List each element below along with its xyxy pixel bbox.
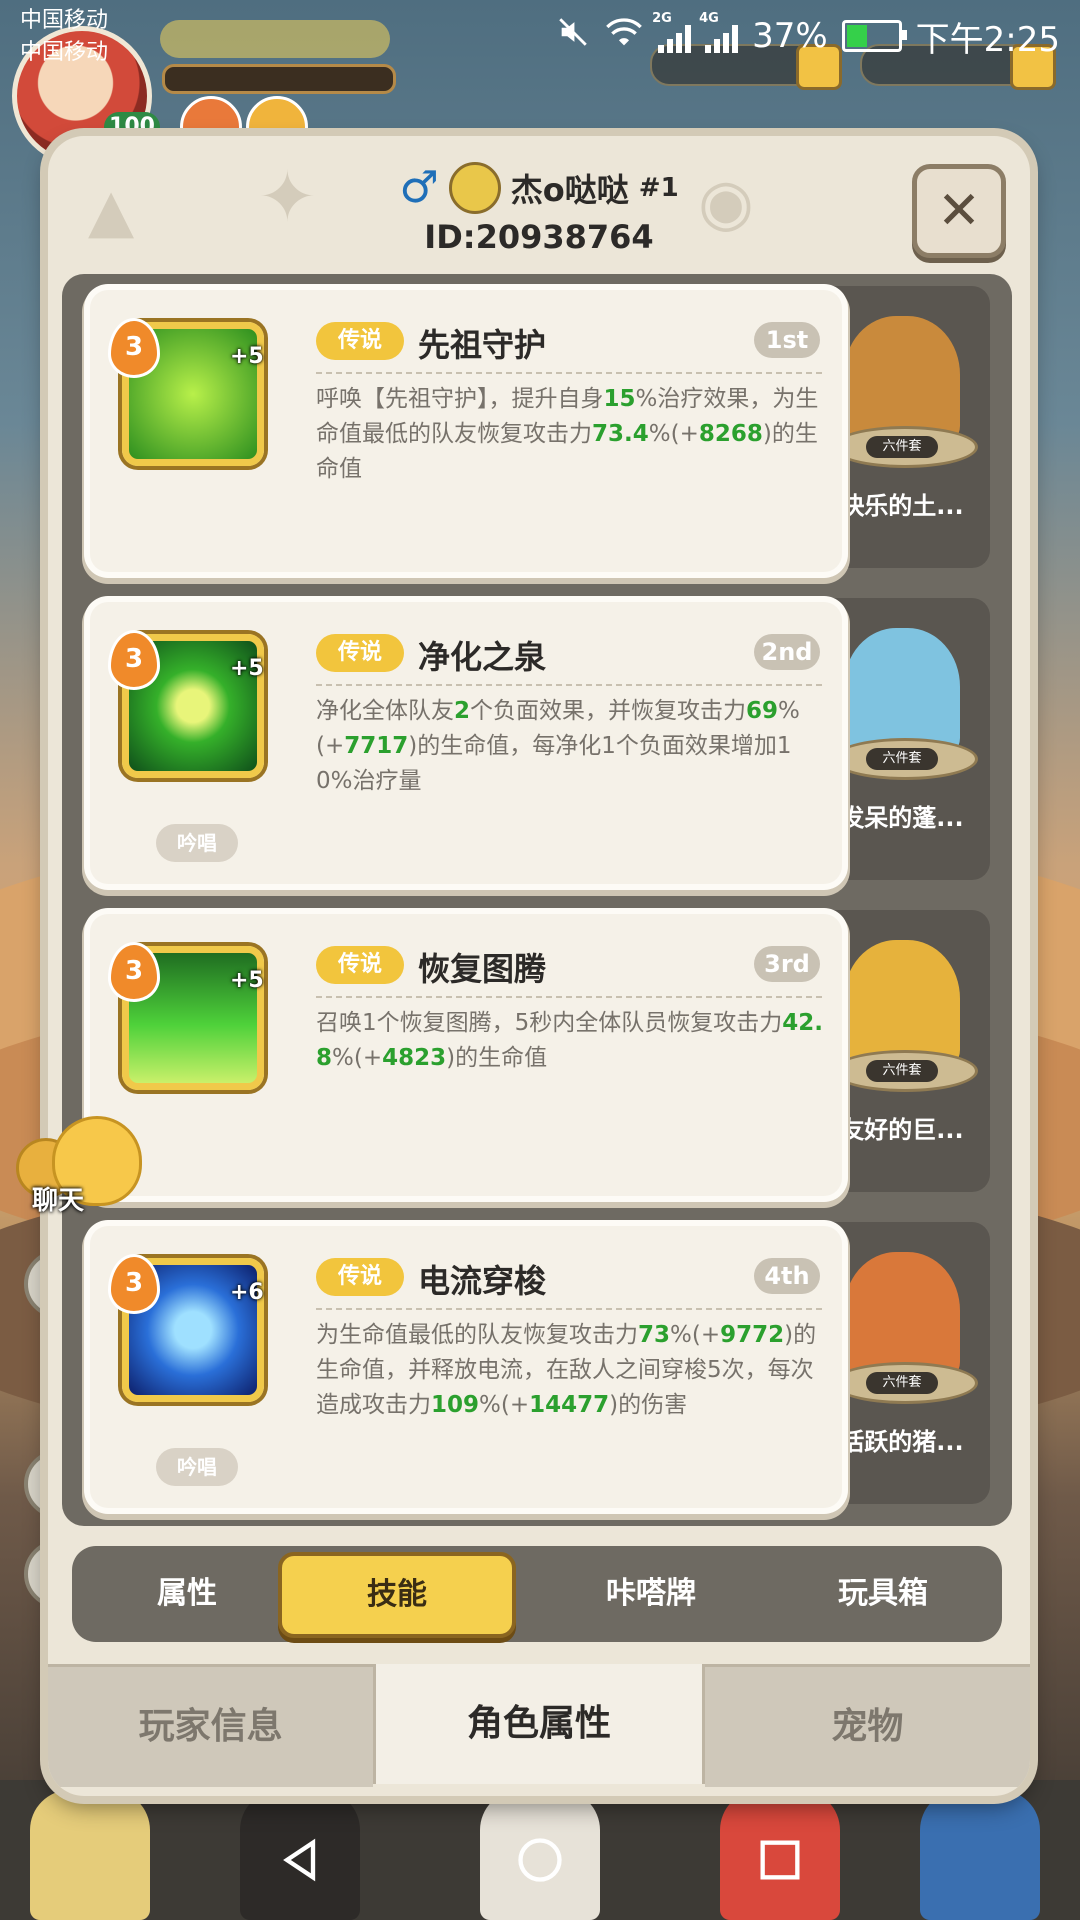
description-text: )的生命值 [446, 1045, 548, 1071]
skill-plus-badge: +5 [230, 968, 264, 993]
player-info-dialog: ▲ ✦ ◉ ♂ 杰o哒哒 #1 ID:20938764 ✕ 六件套 快乐的土..… [48, 136, 1030, 1796]
description-text: 为生命值最低的队友恢复攻击力 [316, 1322, 638, 1348]
skill-name: 先祖守护 [418, 326, 547, 364]
tab-player-info[interactable]: 玩家信息 [48, 1664, 374, 1787]
skill-rank: 3rd [754, 946, 820, 982]
highlight-value: 69 [746, 698, 779, 724]
highlight-value: 109 [431, 1392, 480, 1418]
status-bar: 中国移动 中国移动 2G 4G 37% 下午2:25 [0, 0, 1080, 72]
skill-description: 为生命值最低的队友恢复攻击力73%(+9772)的生命值，并释放电流，在敌人之间… [316, 1318, 826, 1423]
highlight-value: 73.4 [592, 421, 649, 447]
carrier-label: 中国移动 [20, 40, 109, 65]
highlight-value: 73 [638, 1322, 671, 1348]
divider [316, 996, 822, 998]
mute-icon [556, 15, 590, 58]
male-icon: ♂ [399, 162, 439, 213]
back-button[interactable] [264, 1824, 336, 1896]
signal-icon: 4G [699, 11, 739, 53]
pet-set-tag: 六件套 [866, 436, 938, 458]
close-icon: ✕ [937, 181, 981, 241]
skill-rank: 2nd [754, 634, 820, 670]
highlight-value: 14477 [529, 1392, 610, 1418]
skill-card[interactable]: 3 +5 传说 恢复图腾 3rd 召唤1个恢复图腾，5秒内全体队员恢复攻击力42… [90, 914, 842, 1196]
skill-rank: 4th [754, 1258, 820, 1294]
description-text: %(+ [670, 1322, 721, 1348]
legend-tag: 传说 [316, 1258, 404, 1296]
player-rank: #1 [638, 173, 679, 203]
player-name: 杰o哒哒 [510, 171, 629, 209]
highlight-value: 7717 [344, 733, 409, 759]
carrier-label: 中国移动 [20, 8, 109, 33]
pet-set-tag: 六件套 [866, 748, 938, 770]
description-text: 个负面效果，并恢复攻击力 [470, 698, 747, 724]
highlight-value: 2 [454, 698, 471, 724]
battery-percent: 37% [752, 16, 828, 56]
clock: 下午2:25 [915, 19, 1060, 60]
chant-badge: 吟唱 [156, 1448, 238, 1486]
close-button[interactable]: ✕ [912, 164, 1006, 258]
recents-button[interactable] [744, 1824, 816, 1896]
divider [316, 1308, 822, 1310]
skill-name: 电流穿梭 [418, 1262, 547, 1300]
description-text: %(+ [332, 1045, 383, 1071]
skill-card[interactable]: 3 +5 传说 净化之泉 2nd 净化全体队友2个负面效果，并恢复攻击力69%(… [90, 602, 842, 884]
description-text: 呼唤【先祖守护】，提升自身 [316, 386, 604, 412]
main-tab-bar: 玩家信息 角色属性 宠物 [48, 1664, 1030, 1796]
tab-toybox[interactable]: 玩具箱 [768, 1546, 998, 1642]
back-icon [283, 1838, 316, 1882]
description-text: %(+ [648, 421, 699, 447]
skill-card[interactable]: 3 +5 传说 先祖守护 1st 呼唤【先祖守护】，提升自身15%治疗效果，为生… [90, 290, 842, 572]
skill-rank: 1st [754, 322, 820, 358]
skill-description: 净化全体队友2个负面效果，并恢复攻击力69%(+7717)的生命值，每净化1个负… [316, 694, 826, 799]
description-text: 召唤1个恢复图腾，5秒内全体队员恢复攻击力 [316, 1010, 783, 1036]
tab-attributes[interactable]: 属性 [72, 1546, 302, 1642]
player-head-icon [448, 162, 501, 214]
recents-icon [760, 1840, 800, 1880]
tab-skills[interactable]: 技能 [278, 1552, 516, 1638]
tab-cards[interactable]: 咔嗒牌 [536, 1546, 766, 1642]
legend-tag: 传说 [316, 322, 404, 360]
skill-list[interactable]: 六件套 快乐的土... 3 +5 传说 先祖守护 1st 呼唤【先祖守护】，提升… [62, 274, 1012, 1526]
tab-pets[interactable]: 宠物 [704, 1664, 1030, 1787]
legend-tag: 传说 [316, 634, 404, 672]
tab-character-attributes[interactable]: 角色属性 [373, 1664, 705, 1784]
skill-plus-badge: +5 [230, 344, 264, 369]
chant-badge: 吟唱 [156, 824, 238, 862]
legend-tag: 传说 [316, 946, 404, 984]
pet-set-tag: 六件套 [866, 1372, 938, 1394]
highlight-value: 4823 [382, 1045, 447, 1071]
battery-icon [841, 20, 907, 52]
skill-name: 净化之泉 [418, 638, 547, 676]
highlight-value: 8268 [698, 421, 763, 447]
highlight-value: 9772 [720, 1322, 785, 1348]
chat-label: 聊天 [32, 1186, 85, 1216]
signal-icon: 2G [652, 11, 692, 53]
highlight-value: 15 [603, 386, 636, 412]
divider [316, 372, 822, 374]
skill-description: 呼唤【先祖守护】，提升自身15%治疗效果，为生命值最低的队友恢复攻击力73.4%… [316, 382, 826, 487]
home-button[interactable] [504, 1824, 576, 1896]
wifi-icon [604, 15, 644, 58]
skill-plus-badge: +6 [230, 1280, 264, 1305]
sub-tab-bar: 属性 技能 咔嗒牌 玩具箱 [72, 1546, 1002, 1642]
description-text: )的伤害 [609, 1392, 688, 1418]
player-title: ♂ 杰o哒哒 #1 [48, 162, 1030, 218]
skill-card[interactable]: 3 +6 传说 电流穿梭 4th 为生命值最低的队友恢复攻击力73%(+9772… [90, 1226, 842, 1508]
pet-set-tag: 六件套 [866, 1060, 938, 1082]
description-text: 净化全体队友 [316, 698, 454, 724]
divider [316, 684, 822, 686]
chat-button[interactable]: 聊天 [14, 1116, 142, 1216]
navigation-bar [0, 1800, 1080, 1920]
home-icon [518, 1838, 562, 1882]
description-text: %(+ [479, 1392, 530, 1418]
skill-name: 恢复图腾 [418, 950, 547, 988]
skill-description: 召唤1个恢复图腾，5秒内全体队员恢复攻击力42.8%(+4823)的生命值 [316, 1006, 826, 1076]
player-id: ID:20938764 [424, 218, 654, 256]
skill-plus-badge: +5 [230, 656, 264, 681]
